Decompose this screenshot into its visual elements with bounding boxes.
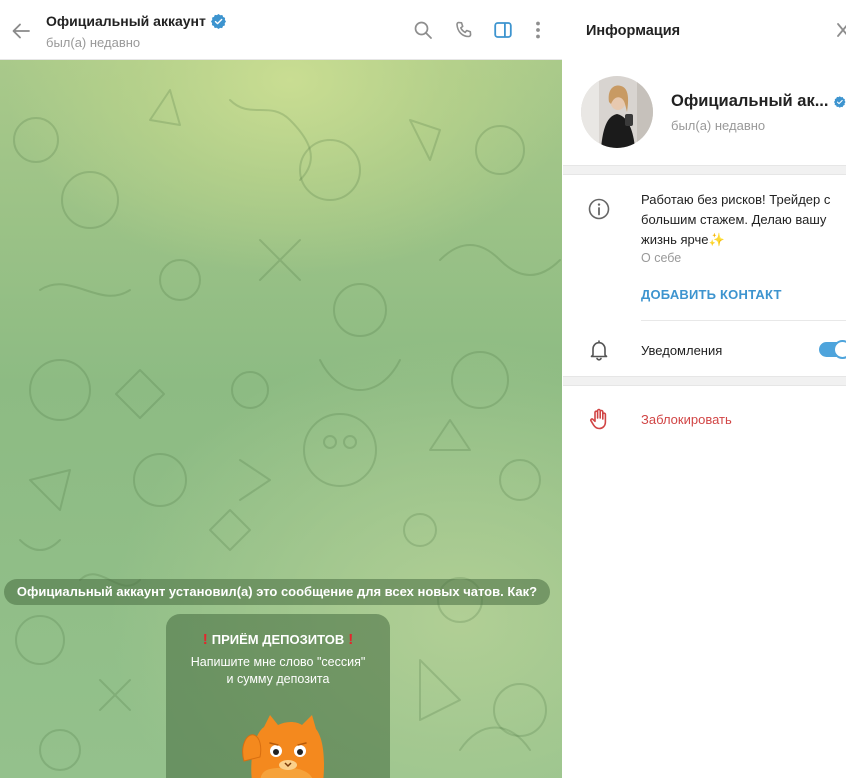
sparkles-emoji: ✨ xyxy=(708,232,725,247)
profile-status: был(а) недавно xyxy=(671,118,766,133)
pinned-notice[interactable]: Официальный аккаунт установил(а) это соо… xyxy=(4,579,550,605)
sidebar-toggle-icon[interactable] xyxy=(491,18,515,42)
bio-line-2: большим стажем. Делаю вашу xyxy=(641,212,827,227)
profile-name-text: Официальный ак... xyxy=(671,92,829,110)
intro-heading-text: ПРИЁМ ДЕПОЗИТОВ xyxy=(211,632,345,647)
add-contact-button[interactable]: ДОБАВИТЬ КОНТАКТ xyxy=(641,287,782,302)
profile-avatar[interactable] xyxy=(581,76,653,148)
intro-card: ! ПРИЁМ ДЕПОЗИТОВ ! Напишите мне слово "… xyxy=(166,614,390,778)
bio-line-3: жизнь ярче✨ xyxy=(641,230,841,250)
orange-cat-sticker[interactable] xyxy=(240,711,332,778)
bio-line-3-text: жизнь ярче xyxy=(641,232,709,247)
chat-title-text: Официальный аккаунт xyxy=(46,13,206,29)
profile-name: Официальный ак... xyxy=(671,92,846,111)
bio-label: О себе xyxy=(641,251,682,265)
verified-badge-icon xyxy=(834,95,846,108)
block-user-button[interactable]: Заблокировать xyxy=(641,412,732,427)
bio-text: Работаю без рисков! Трейдер с большим ст… xyxy=(641,190,841,250)
section-divider xyxy=(563,376,846,386)
search-icon[interactable] xyxy=(411,18,435,42)
bell-icon xyxy=(587,338,611,362)
chat-panel: Официальный аккаунт был(а) недавно Офици… xyxy=(0,0,562,778)
exclamation-icon: ! xyxy=(202,631,208,648)
chat-title[interactable]: Официальный аккаунт xyxy=(46,13,226,29)
notifications-toggle[interactable] xyxy=(819,340,846,359)
phone-icon[interactable] xyxy=(452,18,476,42)
info-panel: Информация Официальный ак... был(а) неда… xyxy=(563,0,846,778)
more-vertical-icon[interactable] xyxy=(526,18,550,42)
intro-text: Напишите мне слово "сессия" и сумму депо… xyxy=(166,654,390,688)
intro-heading: ! ПРИЁМ ДЕПОЗИТОВ ! xyxy=(166,631,390,648)
info-icon xyxy=(587,197,611,221)
chat-background: Официальный аккаунт установил(а) это соо… xyxy=(0,60,562,778)
back-arrow-icon[interactable] xyxy=(8,18,34,44)
chat-status: был(а) недавно xyxy=(46,35,141,50)
row-divider xyxy=(641,320,846,321)
intro-line-1: Напишите мне слово "сессия" xyxy=(190,655,366,669)
section-divider xyxy=(563,165,846,175)
notifications-label: Уведомления xyxy=(641,343,723,358)
intro-line-2: и сумму депозита xyxy=(226,672,330,686)
info-panel-title: Информация xyxy=(586,23,681,39)
exclamation-icon: ! xyxy=(348,631,354,648)
bio-line-1: Работаю без рисков! Трейдер с xyxy=(641,192,831,207)
close-icon[interactable] xyxy=(835,20,846,40)
chat-header: Официальный аккаунт был(а) недавно xyxy=(0,0,562,60)
hand-stop-icon xyxy=(587,407,611,431)
verified-badge-icon xyxy=(210,13,226,29)
